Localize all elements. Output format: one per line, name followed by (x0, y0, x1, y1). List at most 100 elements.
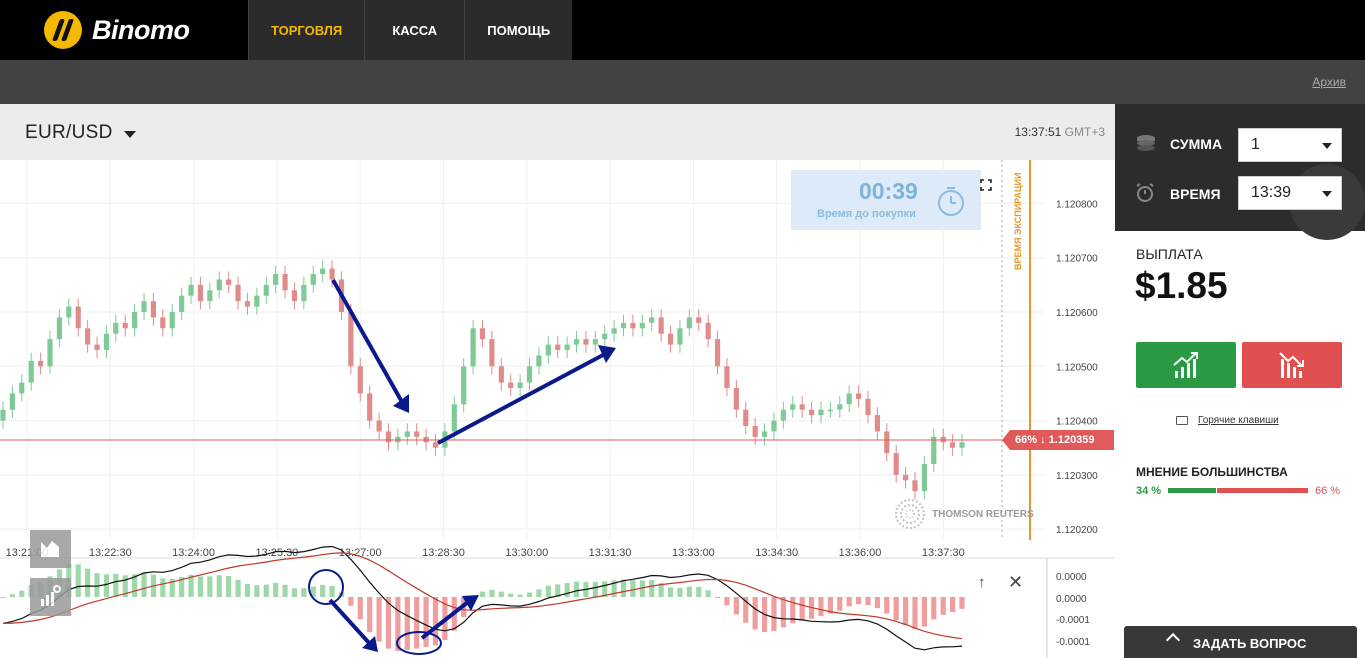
purchase-timer: 00:39 Время до покупки (791, 170, 981, 230)
ask-question-button[interactable]: ЗАДАТЬ ВОПРОС (1124, 626, 1357, 658)
macd-bar (19, 590, 25, 597)
brand-logo[interactable]: Binomo (44, 11, 190, 49)
chevron-down-icon[interactable] (124, 131, 136, 138)
payout-value: $1.85 (1135, 265, 1228, 306)
candle-body (385, 431, 392, 443)
current-price-badge: 66% ↓ 1.120359 (1002, 430, 1114, 450)
candle-body (790, 404, 796, 410)
candle-body (780, 409, 786, 421)
candle-body (85, 328, 91, 345)
chart-area[interactable]: 1.120800 1.120700 1.120600 1.120500 1.120400… (0, 160, 1115, 658)
macd-bar (244, 583, 251, 597)
macd-bar (865, 597, 871, 606)
oscillator-annotations (308, 569, 479, 655)
candle-body (113, 322, 119, 334)
amount-select[interactable]: 1 (1238, 128, 1342, 162)
call-up-button[interactable] (1136, 342, 1236, 388)
price-tick-label: 1.120700 (1056, 254, 1098, 265)
nav-cashier[interactable]: КАССА (364, 0, 465, 60)
macd-bar (508, 593, 514, 597)
nav-trading[interactable]: ТОРГОВЛЯ (248, 0, 365, 60)
macd-bar (573, 581, 580, 597)
candle-body (226, 279, 232, 285)
candle-body (66, 306, 72, 318)
macd-bar (282, 584, 288, 597)
macd-bar (216, 575, 222, 597)
candle-body (56, 317, 62, 340)
nav-help[interactable]: ПОМОЩЬ (464, 0, 573, 60)
chevron-up-icon (1165, 632, 1181, 648)
macd-bar (714, 597, 721, 598)
candle-body (0, 409, 6, 421)
hotkeys-link[interactable]: Горячие клавиши (1198, 415, 1279, 426)
alarm-clock-icon (1136, 183, 1154, 202)
candle-body (602, 333, 608, 340)
macd-bar (367, 597, 373, 633)
candle-body (564, 344, 570, 350)
macd-bar (9, 594, 15, 597)
macd-bar (921, 597, 927, 627)
candle-body (320, 268, 326, 274)
candle-body (903, 474, 909, 481)
candle-body (761, 431, 768, 437)
macd-bar (696, 587, 702, 597)
keyboard-icon (1176, 416, 1188, 425)
macd-bar (273, 582, 279, 597)
time-label: ВРЕМЯ (1170, 186, 1221, 202)
badge-percent: 66% (1015, 434, 1038, 446)
macd-bar (705, 590, 711, 597)
candle-body (705, 322, 711, 340)
chart-header: EUR/USD 13:37:51 GMT+3 (0, 104, 1115, 160)
chart-type-button[interactable] (30, 530, 71, 568)
timer-value: 00:39 (859, 178, 918, 204)
candle-body (348, 312, 354, 367)
price-tick-label: 1.120600 (1056, 308, 1098, 319)
majority-opinion-label: МНЕНИЕ БОЛЬШИНСТВА (1136, 465, 1288, 479)
indicators-button[interactable] (30, 578, 71, 616)
macd-bar (686, 586, 692, 597)
coins-icon (1137, 135, 1155, 151)
fullscreen-icon[interactable] (980, 179, 992, 191)
candle-body (827, 409, 833, 412)
oscillator-move-up-icon[interactable]: ↑ (978, 574, 986, 591)
candle-body (808, 409, 815, 416)
candle-body (743, 409, 749, 426)
candle-body (583, 339, 589, 345)
candle-body (197, 284, 204, 302)
oscillator-close-icon[interactable]: ✕ (1008, 572, 1023, 593)
candle-body (479, 328, 486, 340)
candle-body (301, 284, 307, 302)
macd-bar (912, 597, 918, 630)
candle-body (207, 290, 213, 302)
payout-label: ВЫПЛАТА (1136, 246, 1203, 262)
candle-body (639, 322, 645, 329)
candle-body (122, 322, 128, 329)
indicators-icon (41, 585, 61, 606)
price-chart[interactable]: 1.120800 1.120700 1.120600 1.120500 1.120400… (0, 160, 1115, 658)
macd-bar (489, 589, 495, 597)
macd-bar (479, 591, 486, 597)
candle-body (686, 317, 692, 329)
candle-body (855, 393, 862, 399)
put-down-button[interactable] (1242, 342, 1342, 388)
candle-body (244, 301, 251, 307)
candle-body (733, 388, 739, 410)
time-tick-label: 13:25:30 (255, 547, 298, 559)
macd-bar (592, 581, 598, 597)
candle-body (28, 360, 34, 383)
badge-price: 1.120359 (1048, 434, 1095, 446)
candle-body (94, 344, 100, 350)
asset-selector[interactable]: EUR/USD (25, 122, 113, 144)
macd-bar (226, 576, 232, 597)
time-select[interactable]: 13:39 (1238, 176, 1342, 210)
macd-bar (799, 597, 805, 621)
archive-link[interactable]: Архив (1312, 75, 1346, 89)
trend-up-icon (1173, 352, 1198, 378)
macd-bar (357, 597, 363, 620)
candle-body (103, 333, 110, 350)
candle-body (931, 436, 937, 464)
macd-bar (855, 597, 862, 605)
candle-body (799, 404, 805, 410)
server-clock: 13:37:51 GMT+3 (1015, 125, 1105, 139)
macd-tick-label: -0.0001 (1056, 637, 1090, 648)
